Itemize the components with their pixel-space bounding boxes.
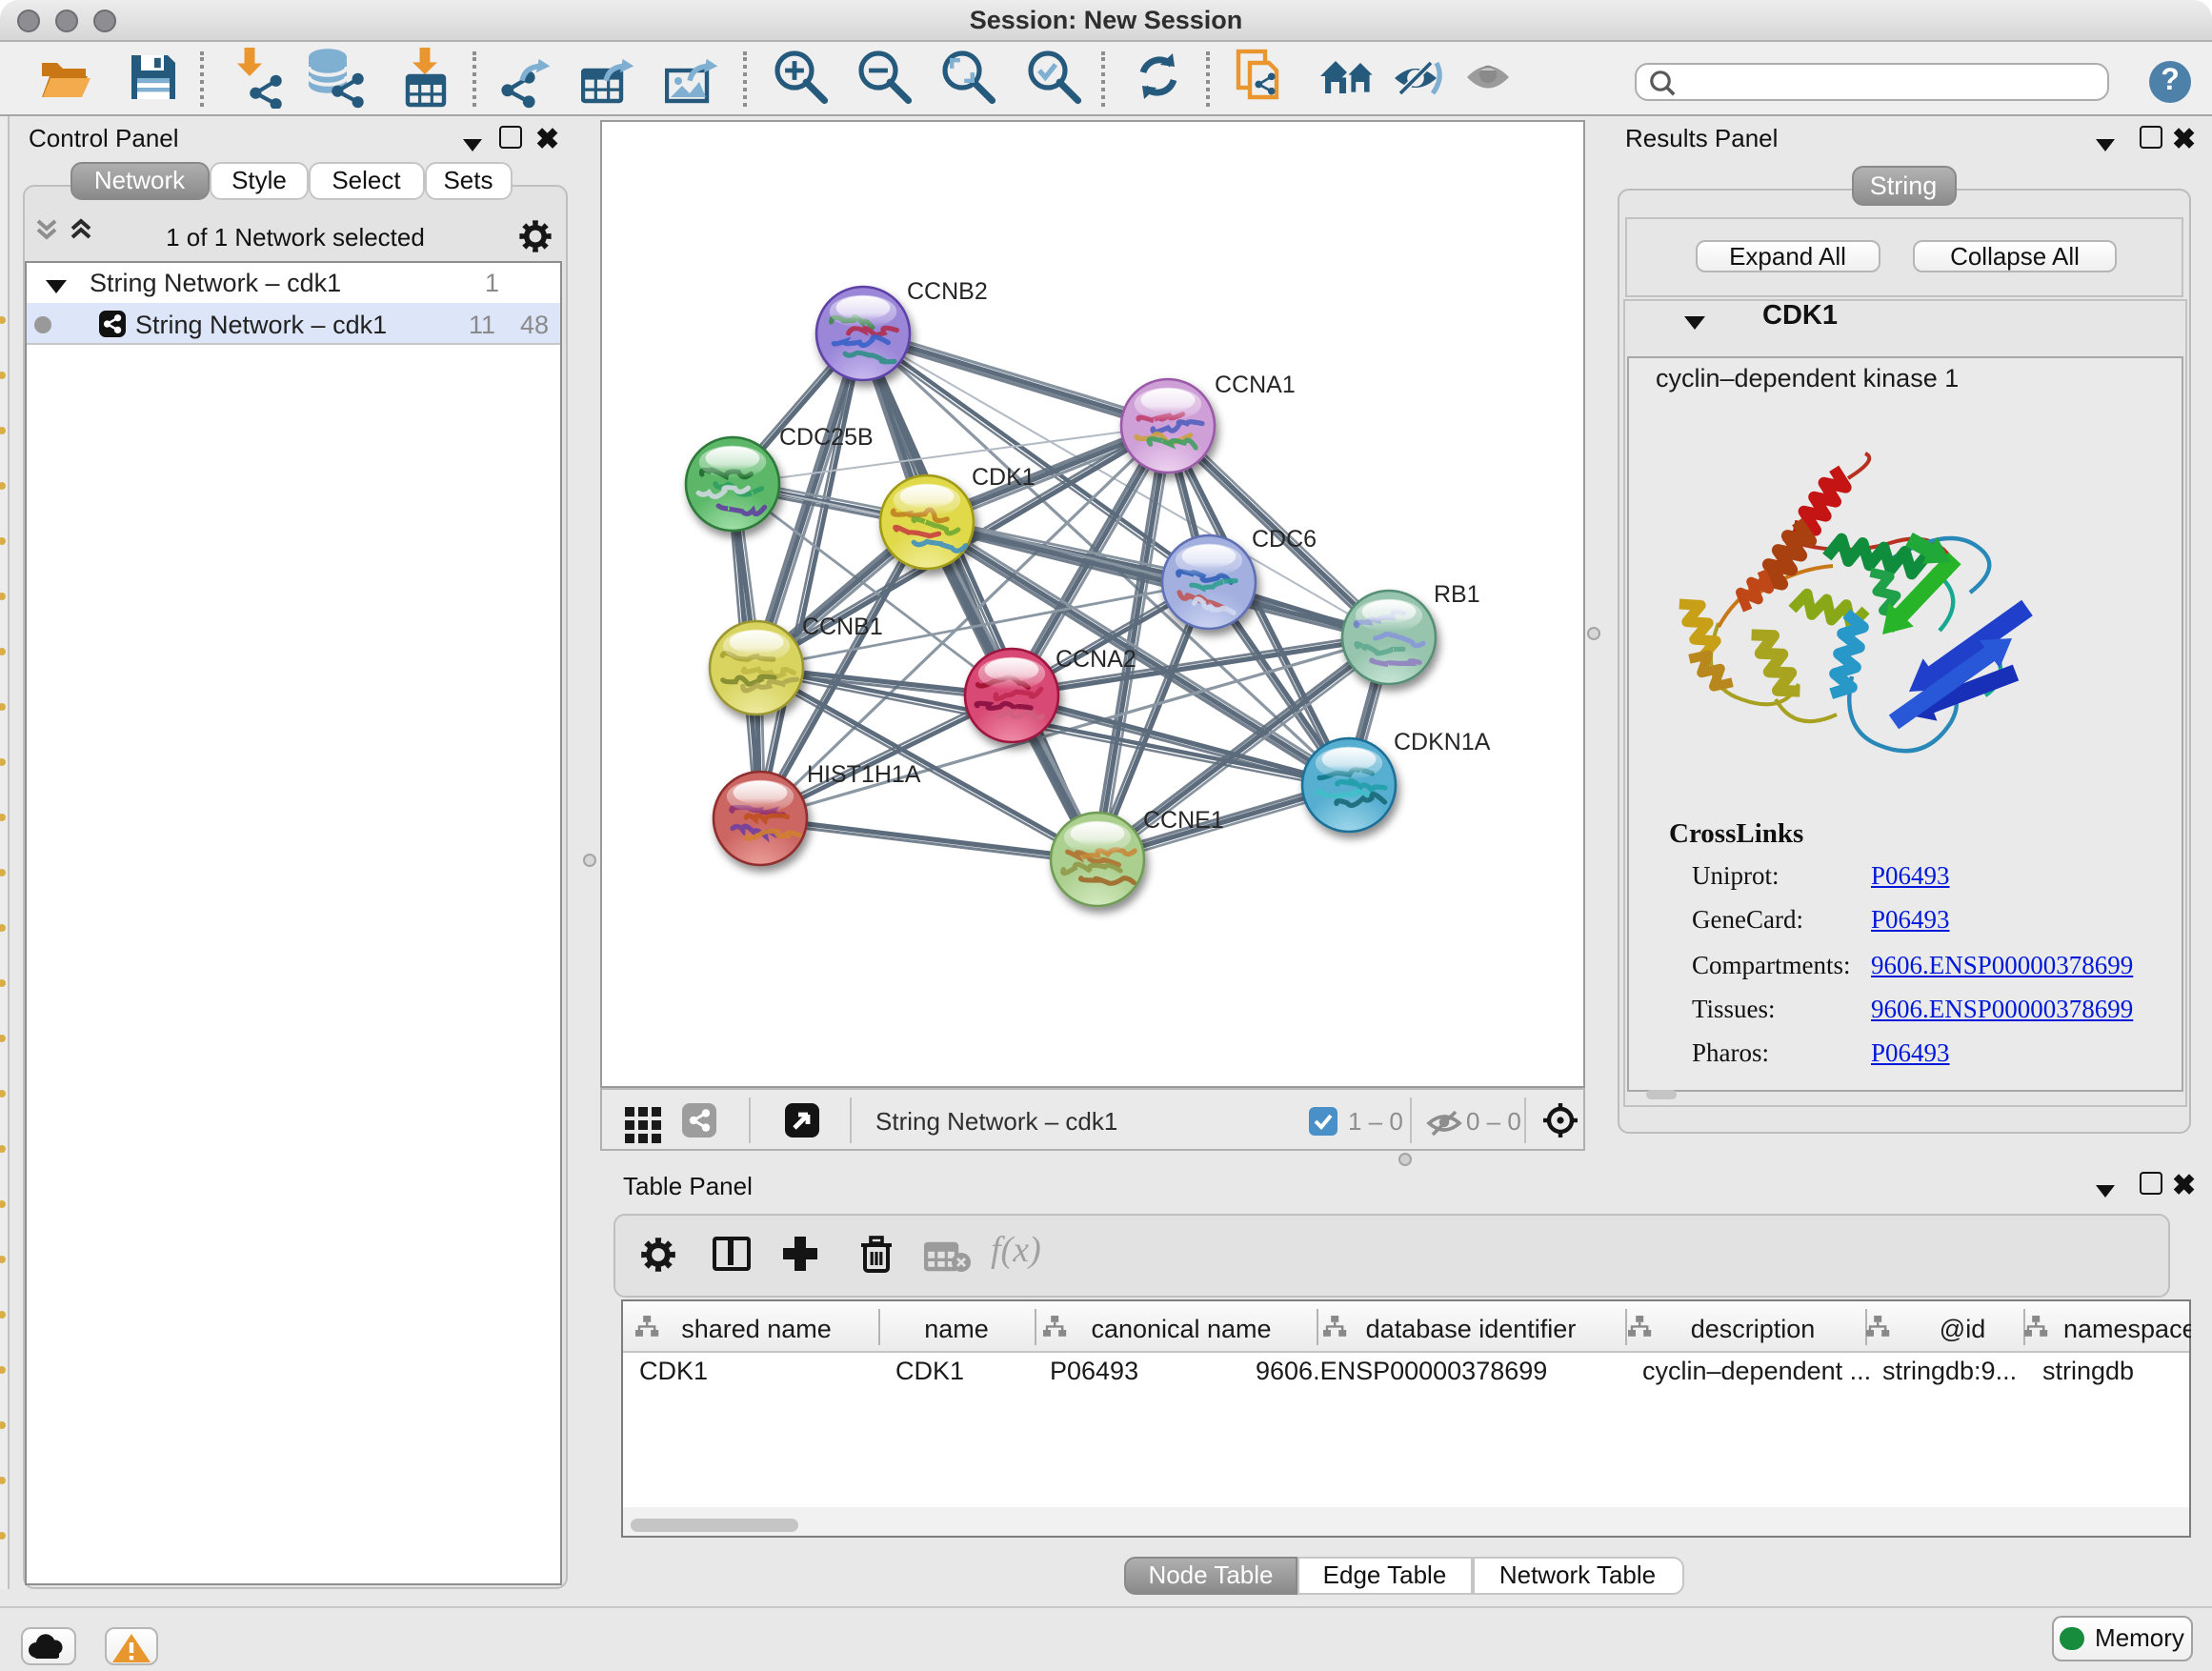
svg-text:CCNA1: CCNA1 — [1214, 372, 1295, 398]
svg-text:CDC25B: CDC25B — [778, 424, 873, 451]
svg-text:CDC6: CDC6 — [1251, 526, 1316, 553]
svg-text:HIST1H1A: HIST1H1A — [806, 761, 920, 788]
svg-text:CDKN1A: CDKN1A — [1393, 729, 1490, 755]
svg-text:CCNE1: CCNE1 — [1142, 807, 1223, 834]
svg-text:CCNA2: CCNA2 — [1055, 646, 1136, 673]
svg-text:CCNB1: CCNB1 — [801, 614, 882, 640]
svg-text:CCNB2: CCNB2 — [906, 278, 987, 305]
svg-text:CDK1: CDK1 — [971, 464, 1035, 491]
svg-text:RB1: RB1 — [1433, 581, 1479, 608]
